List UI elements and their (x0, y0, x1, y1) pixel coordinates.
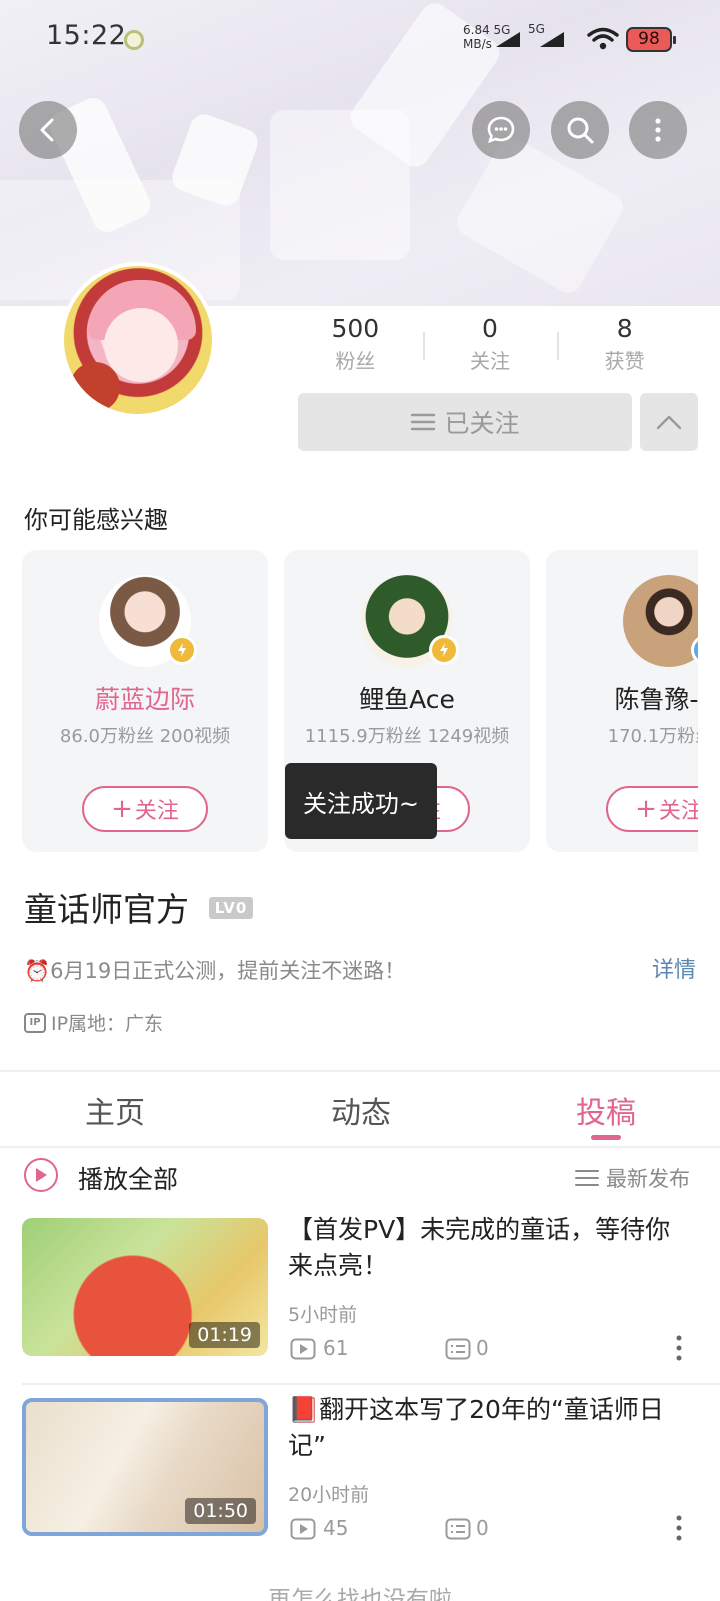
search-icon (567, 117, 594, 144)
follow-button[interactable]: +关注 (606, 786, 698, 832)
detail-link[interactable]: 详情 (652, 952, 696, 984)
video-thumbnail[interactable]: 01:19 (22, 1218, 268, 1356)
followed-label: 已关注 (444, 409, 520, 438)
battery-indicator: 98 (626, 27, 676, 52)
banner-decoration (451, 132, 629, 298)
active-tab-indicator (591, 1135, 621, 1140)
stat-following[interactable]: 0 关注 (422, 312, 558, 382)
verified-badge-icon (429, 635, 459, 665)
recommend-name: 陈鲁豫-慢 (614, 685, 698, 714)
stat-label: 粉丝 (335, 349, 376, 373)
stat-value: 0 (482, 314, 498, 343)
tabs-divider (0, 1146, 720, 1148)
verified-badge-icon (167, 635, 197, 665)
avatar-apple (70, 362, 120, 412)
video-thumbnail[interactable]: 01:50 (22, 1398, 268, 1536)
follow-success-toast: 关注成功~ (285, 763, 437, 839)
message-icon (487, 116, 515, 144)
notification-icon (124, 30, 144, 50)
stat-fans[interactable]: 500 粉丝 (288, 312, 423, 382)
video-title[interactable]: 【首发PV】未完成的童话，等待你来点亮！ (288, 1212, 688, 1284)
tab-uploads[interactable]: 投稿 (576, 1088, 636, 1132)
status-bar: 15:22 6.84 5G MB/s 5G 98 (0, 0, 720, 80)
tab-dynamic[interactable]: 动态 (331, 1088, 391, 1132)
list-end-text: 再怎么找也没有啦 (268, 1587, 452, 1601)
video-comments: 0 (476, 1336, 489, 1360)
recommend-name: 鲤鱼Ace (359, 685, 455, 714)
follow-label: 关注 (134, 799, 179, 824)
stat-value: 8 (616, 314, 633, 343)
collapse-recommend-button[interactable] (640, 393, 698, 451)
ip-location: IP属地：广东 (51, 1013, 164, 1035)
video-title[interactable]: 📕翻开这本写了20年的“童话师日记” (288, 1392, 688, 1464)
sort-button[interactable]: 最新发布 (606, 1163, 690, 1193)
menu-lines-icon (411, 413, 436, 431)
video-time: 20小时前 (288, 1484, 370, 1506)
up-name: 童话师官方 (24, 890, 189, 929)
profile-stats: 500 粉丝 0 关注 8 获赞 (288, 312, 692, 382)
follow-button[interactable]: +关注 (82, 786, 208, 832)
video-item[interactable]: 01:50 📕翻开这本写了20年的“童话师日记” 20小时前 45 0 (0, 1395, 720, 1574)
list-divider (22, 1383, 720, 1385)
search-button[interactable] (551, 101, 609, 159)
more-vertical-icon (655, 118, 661, 142)
recommend-title: 你可能感兴趣 (24, 506, 168, 534)
more-vertical-icon[interactable] (674, 1334, 684, 1362)
followed-button[interactable]: 已关注 (298, 393, 632, 451)
cellular-signal-icon (540, 32, 564, 47)
play-all-button[interactable]: 播放全部 (78, 1160, 178, 1196)
play-all-icon[interactable] (24, 1158, 58, 1192)
ip-icon: IP (24, 1013, 46, 1033)
profile-avatar[interactable] (60, 262, 216, 418)
up-notice: ⏰6月19日正式公测，提前关注不迷路！ (24, 955, 405, 985)
stat-value: 500 (331, 314, 380, 343)
video-plays: 61 (323, 1336, 349, 1360)
sort-icon (575, 1170, 599, 1186)
profile-tabs: 主页 动态 投稿 (0, 1072, 720, 1144)
more-vertical-icon[interactable] (674, 1514, 684, 1542)
video-duration: 01:19 (189, 1322, 260, 1348)
alarm-icon: ⏰ (24, 959, 51, 983)
video-time: 5小时前 (288, 1304, 358, 1326)
recommend-card[interactable]: 蔚蓝边际 86.0万粉丝 200视频 + 关注 (22, 550, 268, 852)
recommend-meta: 170.1万粉丝 2 (607, 726, 698, 747)
level-badge: LV0 (209, 897, 253, 919)
video-comments: 0 (476, 1516, 489, 1540)
net-speed-value: 6.84 (463, 23, 490, 37)
comment-count-icon (445, 1338, 471, 1360)
notice-text: 6月19日正式公测，提前关注不迷路！ (50, 959, 406, 983)
tab-home[interactable]: 主页 (85, 1088, 145, 1132)
cellular-signal-icon (496, 32, 520, 47)
stat-label: 获赞 (604, 349, 645, 373)
video-duration: 01:50 (185, 1498, 256, 1524)
recommend-meta: 1115.9万粉丝 1249视频 (304, 726, 510, 747)
wifi-icon (587, 27, 619, 50)
recommend-card[interactable]: 陈鲁豫-慢 170.1万粉丝 2 +关注 (546, 550, 698, 852)
recommend-meta: 86.0万粉丝 200视频 (59, 726, 231, 747)
play-count-icon (290, 1518, 316, 1540)
plus-icon: + (635, 794, 657, 824)
status-time: 15:22 (46, 20, 127, 51)
stat-likes[interactable]: 8 获赞 (557, 312, 692, 382)
chevron-up-icon (656, 415, 682, 430)
back-button[interactable] (19, 101, 77, 159)
video-item[interactable]: 01:19 【首发PV】未完成的童话，等待你来点亮！ 5小时前 61 0 (0, 1215, 720, 1394)
avatar-face (104, 308, 178, 382)
play-count-icon (290, 1338, 316, 1360)
follow-label: 关注 (658, 799, 698, 824)
plus-icon: + (111, 794, 133, 824)
back-arrow-icon (40, 118, 54, 142)
recommend-avatar (623, 575, 698, 667)
recommend-name: 蔚蓝边际 (94, 685, 195, 714)
message-button[interactable] (472, 101, 530, 159)
comment-count-icon (445, 1518, 471, 1540)
video-plays: 45 (323, 1516, 349, 1540)
stat-label: 关注 (470, 349, 510, 373)
more-button[interactable] (629, 101, 687, 159)
